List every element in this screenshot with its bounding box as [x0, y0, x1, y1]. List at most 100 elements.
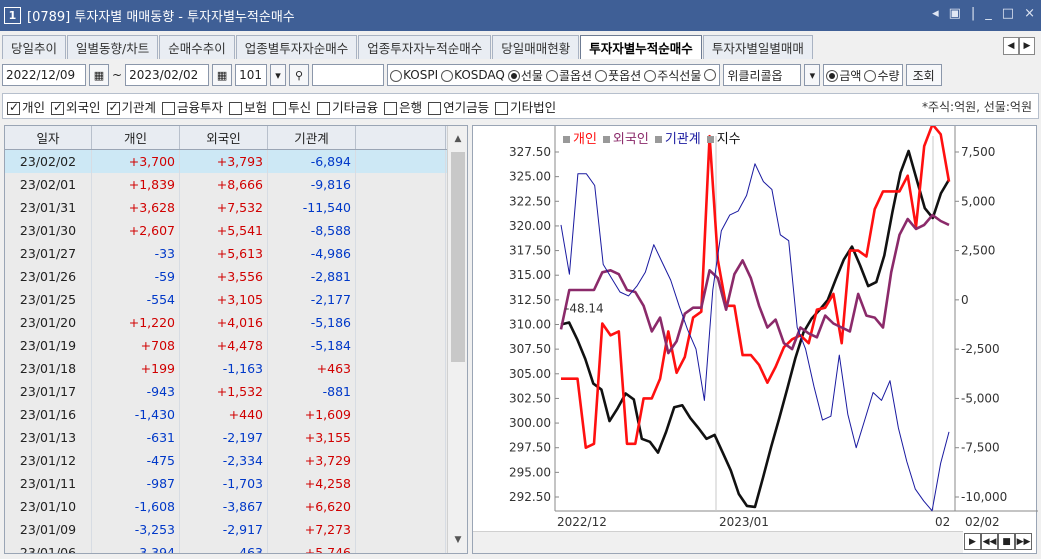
table-row[interactable]: 23/01/09 -3,253 -2,917 +7,273	[5, 518, 467, 541]
investor-checkbox-6[interactable]: 기타금융	[317, 97, 378, 116]
chart-horizontal-scrollbar[interactable]	[473, 531, 963, 553]
investor-checkbox-4[interactable]: 보험	[229, 97, 267, 116]
tab-scroll-right-icon[interactable]: ▶	[1019, 37, 1035, 55]
chart-rewind-icon[interactable]: ◀◀	[981, 533, 998, 550]
close-icon[interactable]: ×	[1024, 6, 1035, 21]
header-foreign[interactable]: 외국인	[180, 126, 268, 149]
table-row[interactable]: 23/01/18 +199 -1,163 +463	[5, 357, 467, 380]
scroll-down-icon[interactable]: ▼	[448, 531, 467, 549]
table-row[interactable]: 23/01/16 -1,430 +440 +1,609	[5, 403, 467, 426]
radio-label: 주식선물	[657, 68, 702, 83]
header-date[interactable]: 일자	[5, 126, 92, 149]
radio-label: 수량	[877, 68, 900, 83]
radio-futures[interactable]: 선물	[507, 67, 543, 84]
x-tick-label: 02	[935, 515, 950, 529]
chart-fastforward-icon[interactable]: ▶▶	[1015, 533, 1032, 550]
table-row[interactable]: 23/02/02 +3,700 +3,793 -6,894	[5, 150, 467, 173]
tab-investor-cumulative[interactable]: 투자자별누적순매수	[580, 35, 702, 59]
end-date-field[interactable]: 2023/02/02	[125, 64, 210, 86]
tab-sector-investor-cumulative[interactable]: 업종투자자누적순매수	[358, 35, 492, 59]
chart-next-icon[interactable]: ▶	[964, 533, 981, 550]
institution-cell: +7,273	[268, 518, 356, 541]
tab-net-buy-trend[interactable]: 순매수추이	[159, 35, 235, 59]
table-row[interactable]: 23/01/31 +3,628 +7,532 -11,540	[5, 196, 467, 219]
tab-today-trading[interactable]: 당일매매현황	[492, 35, 580, 59]
legend-item[interactable]: 개인	[563, 128, 597, 147]
table-row[interactable]: 23/02/01 +1,839 +8,666 -9,816	[5, 173, 467, 196]
empty-cell	[356, 426, 446, 449]
scroll-up-icon[interactable]: ▲	[448, 130, 467, 148]
start-date-field[interactable]: 2022/12/09	[2, 64, 86, 86]
table-row[interactable]: 23/01/06 -3,394 -463 +5,746	[5, 541, 467, 553]
foreign-cell: -2,197	[180, 426, 268, 449]
left-tick-label: 295.00	[509, 465, 551, 479]
grid-vertical-scrollbar[interactable]: ▲ ▼	[447, 126, 467, 553]
table-row[interactable]: 23/01/26 -59 +3,556 -2,881	[5, 265, 467, 288]
weekly-option-select[interactable]: 위클리콜옵	[723, 64, 802, 86]
table-row[interactable]: 23/01/27 -33 +5,613 -4,986	[5, 242, 467, 265]
radio-amount[interactable]: 금액	[826, 67, 861, 84]
calendar-icon[interactable]: ▦	[89, 64, 109, 86]
cumulative-line-chart[interactable]: 327.50 325.00 322.50 320.00 317.50 315.00 312.…	[473, 126, 1038, 555]
radio-weekly[interactable]	[704, 69, 717, 81]
radio-put-option[interactable]: 풋옵션	[595, 67, 641, 84]
search-input[interactable]	[312, 64, 385, 86]
radio-kosdaq[interactable]: KOSDAQ	[441, 68, 505, 82]
individual-cell: +1,839	[92, 173, 180, 196]
individual-cell: +708	[92, 334, 180, 357]
investor-checkbox-1[interactable]: 외국인	[51, 97, 101, 116]
checkbox-empty-icon	[428, 101, 442, 115]
chevron-down-icon[interactable]: ▾	[804, 64, 821, 86]
investor-checkbox-5[interactable]: 투신	[273, 97, 311, 116]
checkbox-empty-icon	[317, 101, 331, 115]
header-institution[interactable]: 기관계	[268, 126, 356, 149]
radio-call-option[interactable]: 콜옵션	[545, 67, 592, 84]
calendar-icon[interactable]: ▦	[212, 64, 233, 86]
investor-checkbox-7[interactable]: 은행	[384, 97, 422, 116]
legend-item[interactable]: 외국인	[602, 128, 649, 147]
radio-kospi[interactable]: KOSPI	[390, 68, 438, 82]
foreign-cell: -1,703	[180, 472, 268, 495]
checkbox-label: 투신	[288, 99, 312, 115]
legend-item[interactable]: 지수	[706, 128, 741, 147]
table-row[interactable]: 23/01/25 -554 +3,105 -2,177	[5, 288, 467, 311]
scroll-thumb[interactable]	[451, 152, 465, 362]
investor-checkbox-8[interactable]: 연기금등	[428, 97, 489, 116]
tab-sector-investor-net[interactable]: 업종별투자자순매수	[235, 35, 358, 59]
table-row[interactable]: 23/01/13 -631 -2,197 +3,155	[5, 426, 467, 449]
table-row[interactable]: 23/01/12 -475 -2,334 +3,729	[5, 449, 467, 472]
table-row[interactable]: 23/01/17 -943 +1,532 -881	[5, 380, 467, 403]
radio-quantity[interactable]: 수량	[864, 67, 900, 84]
empty-cell	[356, 242, 446, 265]
maximize-icon[interactable]: □	[1002, 6, 1014, 21]
table-row[interactable]: 23/01/10 -1,608 -3,867 +6,620	[5, 495, 467, 518]
screen-icon[interactable]: ▣	[949, 6, 961, 21]
legend-item[interactable]: 기관계	[654, 128, 701, 147]
table-row[interactable]: 23/01/19 +708 +4,478 -5,184	[5, 334, 467, 357]
chart-stop-icon[interactable]: ■	[998, 533, 1015, 550]
individual-cell: +2,607	[92, 219, 180, 242]
chevron-down-icon[interactable]: ▾	[270, 64, 287, 86]
tab-scroll-left-icon[interactable]: ◀	[1003, 37, 1019, 55]
investor-checkbox-2[interactable]: 기관계	[106, 97, 156, 116]
table-row[interactable]: 23/01/30 +2,607 +5,541 -8,588	[5, 219, 467, 242]
empty-cell	[356, 334, 446, 357]
header-individual[interactable]: 개인	[92, 126, 180, 149]
table-row[interactable]: 23/01/20 +1,220 +4,016 -5,186	[5, 311, 467, 334]
code-field[interactable]: 101	[235, 64, 268, 86]
investor-checkbox-9[interactable]: 기타법인	[495, 97, 556, 116]
query-button[interactable]: 조회	[905, 64, 942, 86]
left-tick-label: 325.00	[509, 170, 551, 184]
tab-daily-chart[interactable]: 일별동향/차트	[67, 35, 159, 59]
radio-stock-futures[interactable]: 주식선물	[644, 67, 701, 84]
tab-investor-daily[interactable]: 투자자별일별매매	[702, 35, 813, 59]
legend-marker-icon	[654, 136, 662, 143]
tab-daily-trend[interactable]: 당일추이	[2, 35, 67, 59]
legend-marker-icon	[706, 136, 714, 143]
minimize-icon[interactable]: _	[985, 6, 992, 21]
investor-checkbox-0[interactable]: 개인	[7, 97, 45, 116]
investor-checkbox-3[interactable]: 금융투자	[162, 97, 223, 116]
collapse-icon[interactable]: ◂	[932, 6, 939, 21]
table-row[interactable]: 23/01/11 -987 -1,703 +4,258	[5, 472, 467, 495]
search-icon[interactable]: ⚲	[289, 64, 310, 86]
